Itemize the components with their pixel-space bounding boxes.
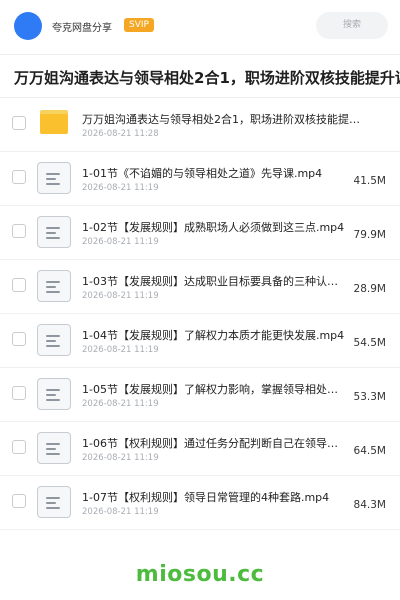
file-date: 2026-08-21 11:19 — [82, 507, 159, 517]
document-icon — [37, 324, 71, 356]
page-title-bar: 万万姐沟通表达与领导相处2合1，职场进阶双核技能提升课 — [0, 54, 400, 98]
page-title: 万万姐沟通表达与领导相处2合1，职场进阶双核技能提升课 — [14, 69, 400, 87]
file-row[interactable]: 1-03节【发展规则】达成职业目标要具备的三种认识.mp4 2026-08-21… — [0, 260, 400, 314]
file-row[interactable]: 1-04节【发展规则】了解权力本质才能更快发展.mp4 2026-08-21 1… — [0, 314, 400, 368]
document-icon — [37, 216, 71, 248]
file-name: 1-03节【发展规则】达成职业目标要具备的三种认识.mp4 — [82, 275, 348, 288]
file-size: 53.3M — [353, 391, 386, 403]
file-name: 1-06节【权利规则】通过任务分配判断自己在领导心中的位置.mp4 — [82, 437, 348, 450]
row-checkbox[interactable] — [12, 494, 26, 508]
file-row[interactable]: 1-06节【权利规则】通过任务分配判断自己在领导心中的位置.mp4 2026-0… — [0, 422, 400, 476]
document-icon — [37, 378, 71, 410]
file-date: 2026-08-21 11:19 — [82, 291, 159, 301]
document-icon — [37, 486, 71, 518]
file-name: 1-01节《不谄媚的与领导相处之道》先导课.mp4 — [82, 167, 323, 180]
file-size: 41.5M — [353, 175, 386, 187]
file-name: 1-05节【发展规则】了解权力影响，掌握领导相处原则.mp4 — [82, 383, 348, 396]
document-icon — [37, 432, 71, 464]
folder-name: 万万姐沟通表达与领导相处2合1，职场进阶双核技能提升课 — [82, 113, 362, 126]
document-icon — [37, 162, 71, 194]
file-size: 64.5M — [353, 445, 386, 457]
file-size: 28.9M — [353, 283, 386, 295]
file-row[interactable]: 1-01节《不谄媚的与领导相处之道》先导课.mp4 2026-08-21 11:… — [0, 152, 400, 206]
row-checkbox[interactable] — [12, 224, 26, 238]
file-row[interactable]: 1-07节【权利规则】领导日常管理的4种套路.mp4 2026-08-21 11… — [0, 476, 400, 530]
file-size: 84.3M — [353, 499, 386, 511]
row-checkbox[interactable] — [12, 332, 26, 346]
document-icon — [37, 270, 71, 302]
file-size: 79.9M — [353, 229, 386, 241]
svip-badge: SVIP — [124, 18, 154, 32]
file-date: 2026-08-21 11:19 — [82, 183, 159, 193]
row-checkbox[interactable] — [12, 440, 26, 454]
share-owner-name: 夸克网盘分享 — [52, 23, 112, 34]
row-checkbox[interactable] — [12, 386, 26, 400]
share-header: 夸克网盘分享 SVIP 搜索 — [0, 0, 400, 52]
search-button[interactable]: 搜索 — [316, 12, 388, 39]
avatar[interactable] — [14, 12, 42, 40]
file-row[interactable]: 1-02节【发展规则】成熟职场人必须做到这三点.mp4 2026-08-21 1… — [0, 206, 400, 260]
row-checkbox[interactable] — [12, 170, 26, 184]
file-list: 万万姐沟通表达与领导相处2合1，职场进阶双核技能提升课 2026-08-21 1… — [0, 98, 400, 530]
file-size: 54.5M — [353, 337, 386, 349]
file-date: 2026-08-21 11:19 — [82, 453, 159, 463]
file-date: 2026-08-21 11:19 — [82, 237, 159, 247]
file-row[interactable]: 1-05节【发展规则】了解权力影响，掌握领导相处原则.mp4 2026-08-2… — [0, 368, 400, 422]
row-checkbox[interactable] — [12, 116, 26, 130]
folder-date: 2026-08-21 11:28 — [82, 129, 159, 139]
file-name: 1-04节【发展规则】了解权力本质才能更快发展.mp4 — [82, 329, 345, 342]
file-date: 2026-08-21 11:19 — [82, 399, 159, 409]
watermark-text: miosou.cc — [135, 562, 265, 587]
file-name: 1-07节【权利规则】领导日常管理的4种套路.mp4 — [82, 491, 330, 504]
row-checkbox[interactable] — [12, 278, 26, 292]
file-date: 2026-08-21 11:19 — [82, 345, 159, 355]
file-name: 1-02节【发展规则】成熟职场人必须做到这三点.mp4 — [82, 221, 345, 234]
folder-icon — [40, 110, 68, 134]
folder-row[interactable]: 万万姐沟通表达与领导相处2合1，职场进阶双核技能提升课 2026-08-21 1… — [0, 98, 400, 152]
